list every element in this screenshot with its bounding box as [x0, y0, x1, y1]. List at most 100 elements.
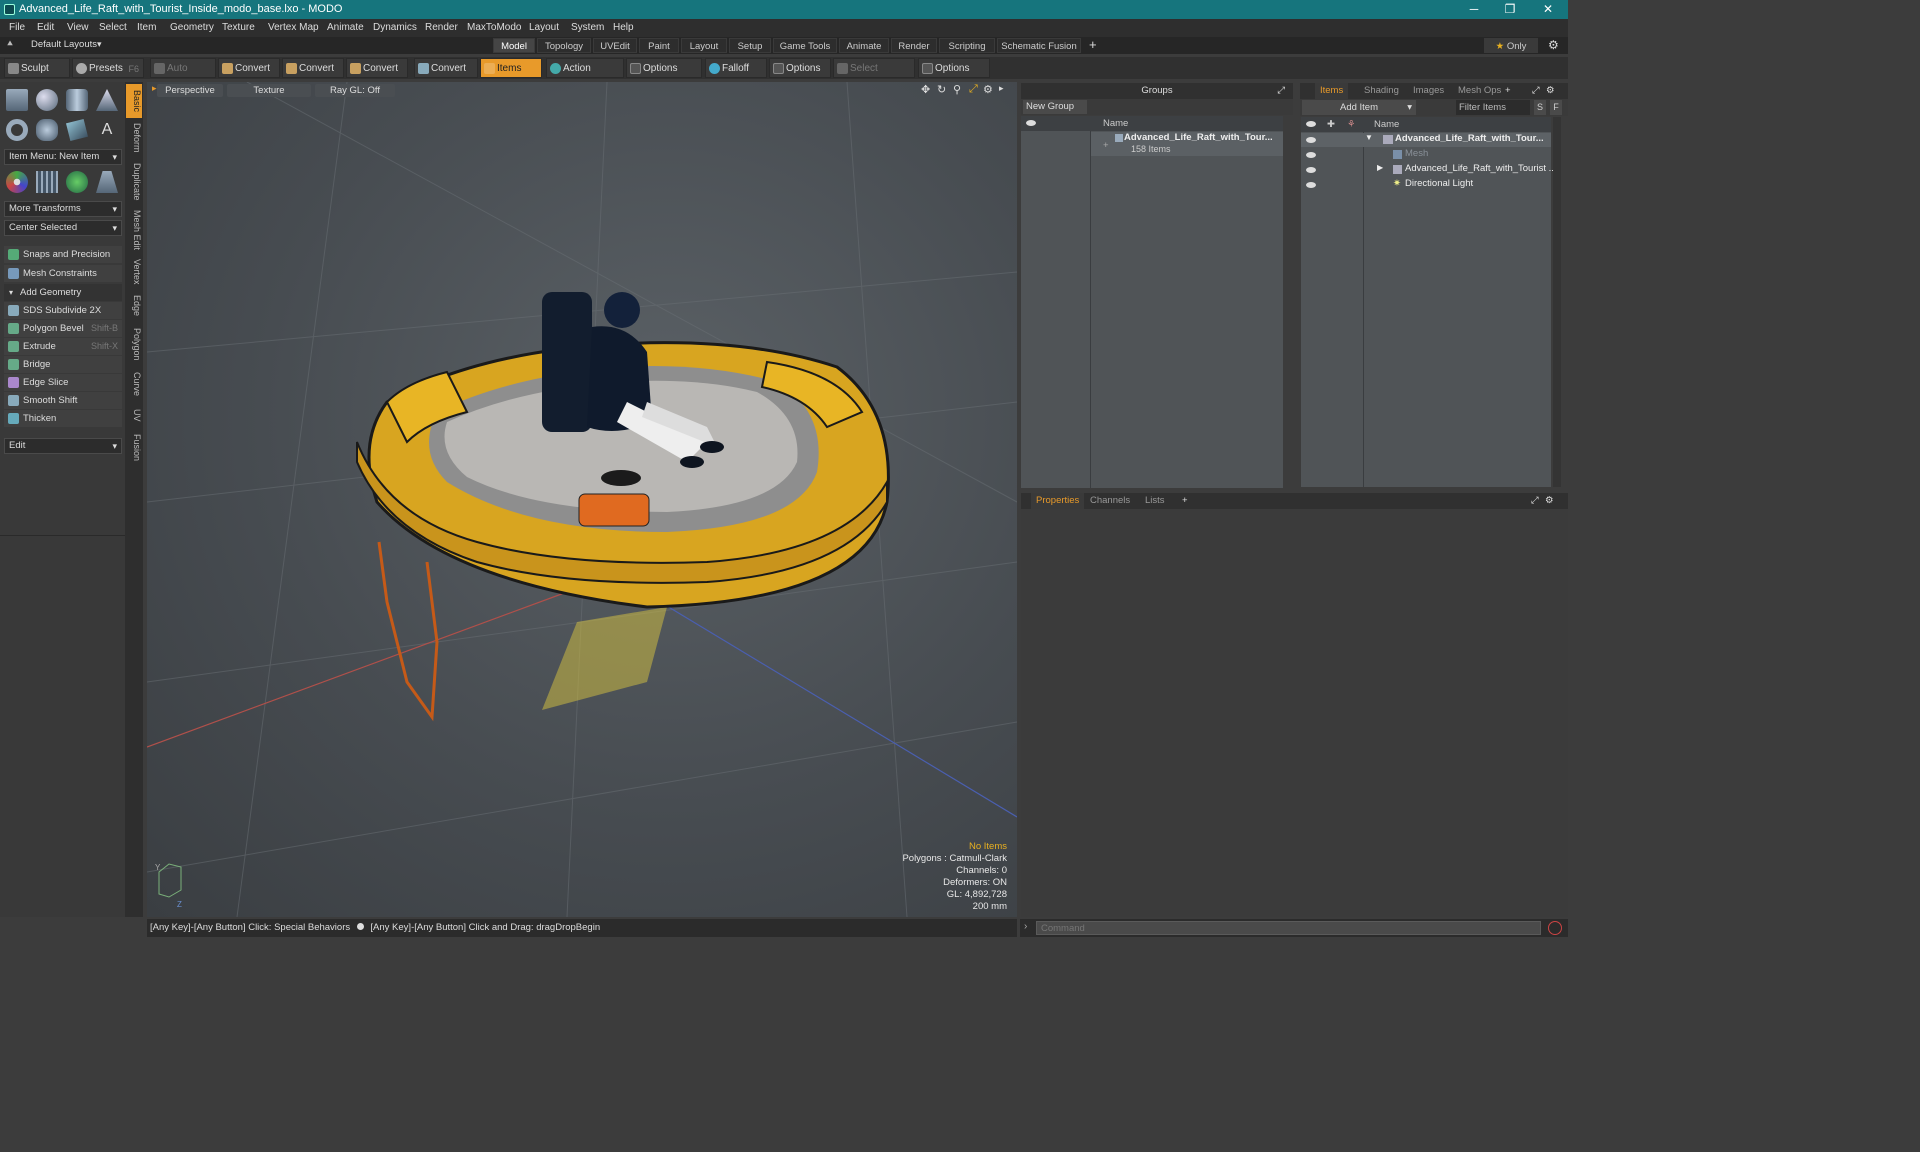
tab-layout[interactable]: Layout — [681, 38, 727, 53]
tab-render[interactable]: Render — [891, 38, 937, 53]
filter-items-input[interactable]: Filter Items — [1456, 100, 1530, 115]
pan-icon[interactable]: ✥ — [921, 83, 930, 96]
gear-icon[interactable]: ⚙ — [1545, 493, 1554, 509]
items-scrollbar[interactable] — [1553, 117, 1561, 487]
raygl-button[interactable]: Ray GL: Off — [315, 84, 395, 97]
record-icon[interactable] — [1548, 921, 1562, 935]
new-group-button[interactable]: New Group — [1023, 100, 1087, 114]
edit-dropdown[interactable]: Edit — [4, 438, 122, 454]
fit-icon[interactable]: ⤢ — [969, 83, 978, 96]
tool-extrude[interactable]: Extrude Shift-X — [4, 338, 122, 355]
visibility-icon[interactable] — [1306, 152, 1316, 158]
perspective-button[interactable]: Perspective — [157, 84, 223, 97]
close-icon[interactable]: ✕ — [1530, 0, 1566, 19]
auto-select-button[interactable]: Auto Select — [150, 58, 216, 94]
gear-icon[interactable]: ⚙ — [1548, 38, 1559, 52]
chevron-down-icon[interactable]: ▾ — [97, 39, 102, 50]
menu-texture[interactable]: Texture — [222, 19, 255, 37]
capsule-icon[interactable] — [36, 119, 58, 141]
zoom-icon[interactable]: ⚲ — [953, 83, 961, 96]
menu-animate[interactable]: Animate — [327, 19, 364, 37]
tool-bridge[interactable]: Bridge — [4, 356, 122, 373]
tab-model[interactable]: Model — [493, 38, 535, 53]
cylinder-icon[interactable] — [66, 89, 88, 111]
tab-shading[interactable]: Shading — [1359, 83, 1404, 99]
gear-icon[interactable]: ⚙ — [1546, 83, 1555, 99]
layout-selector[interactable]: Default Layouts — [31, 39, 97, 50]
tool-edge-slice[interactable]: Edge Slice — [4, 374, 122, 391]
tool-thicken[interactable]: Thicken — [4, 410, 122, 427]
tab-items[interactable]: Items — [1315, 83, 1349, 99]
tab-properties[interactable]: Properties — [1031, 493, 1085, 509]
menu-file[interactable]: File — [9, 19, 25, 37]
add-item-dropdown[interactable]: Add Item ▾ — [1302, 100, 1416, 115]
menu-vertex-map[interactable]: Vertex Map — [268, 19, 319, 37]
vtab-curve[interactable]: Curve — [126, 368, 142, 400]
layout-collapse-icon[interactable]: ⯅ — [6, 39, 14, 50]
texture-button[interactable]: Texture — [227, 84, 311, 97]
options-button[interactable]: Options — [626, 58, 702, 78]
expand-icon[interactable]: ⤢ — [1277, 83, 1285, 99]
vtab-deform[interactable]: Deform — [126, 120, 142, 156]
falloff-options-button[interactable]: Options — [769, 58, 831, 78]
vtab-uv[interactable]: UV — [126, 404, 142, 426]
menu-layout[interactable]: Layout — [529, 19, 559, 37]
snaps-precision-button[interactable]: Snaps and Precision — [4, 246, 122, 263]
center-selected-dropdown[interactable]: Center Selected — [4, 220, 122, 236]
vtab-duplicate[interactable]: Duplicate — [126, 160, 142, 204]
add-geometry-header[interactable]: ▾ Add Geometry — [4, 284, 122, 301]
viewport-gear-icon[interactable]: ⚙ — [983, 83, 993, 96]
select-options-button[interactable]: Options — [918, 58, 990, 78]
text-icon[interactable]: A — [96, 119, 118, 141]
tool-polygon-bevel[interactable]: Polygon Bevel Shift-B — [4, 320, 122, 337]
vtab-basic[interactable]: Basic — [126, 84, 142, 118]
tool-sds-subdivide[interactable]: SDS Subdivide 2X — [4, 302, 122, 319]
tab-game-tools[interactable]: Game Tools — [773, 38, 837, 53]
chevron-down-icon[interactable]: ▼ — [1365, 133, 1373, 142]
transform-icon[interactable] — [6, 171, 28, 193]
vtab-edge[interactable]: Edge — [126, 292, 142, 320]
group-row[interactable]: + Advanced_Life_Raft_with_Tour... 158 It… — [1091, 132, 1283, 156]
convert-vertex-button[interactable]: Convert — [218, 58, 280, 78]
torus-icon[interactable] — [6, 119, 28, 141]
tab-animate[interactable]: Animate — [839, 38, 889, 53]
presets-button[interactable]: Presets F6 — [72, 58, 144, 78]
cube-icon[interactable] — [6, 89, 28, 111]
sculpt-button[interactable]: Sculpt — [4, 58, 70, 78]
vtab-polygon[interactable]: Polygon — [126, 324, 142, 364]
falloff-button[interactable]: Falloff — [705, 58, 767, 78]
menu-render[interactable]: Render — [425, 19, 458, 37]
vtab-mesh-edit[interactable]: Mesh Edit — [126, 208, 142, 252]
mesh-constraints-button[interactable]: Mesh Constraints — [4, 265, 122, 282]
grid-icon[interactable] — [36, 171, 58, 193]
vtab-vertex[interactable]: Vertex — [126, 256, 142, 288]
menu-system[interactable]: System — [571, 19, 604, 37]
tab-images[interactable]: Images — [1408, 83, 1449, 99]
tool-smooth-shift[interactable]: Smooth Shift — [4, 392, 122, 409]
viewport-menu-icon[interactable]: ▸ — [152, 83, 157, 94]
tab-scripting[interactable]: Scripting — [939, 38, 995, 53]
expand-icon[interactable]: ⤢ — [1532, 83, 1540, 99]
tab-mesh-ops[interactable]: Mesh Ops — [1453, 83, 1506, 99]
minimize-icon[interactable]: ─ — [1456, 0, 1492, 19]
orbit-icon[interactable]: ↻ — [937, 83, 946, 96]
menu-help[interactable]: Help — [613, 19, 634, 37]
visibility-icon[interactable] — [1306, 182, 1316, 188]
chevron-right-icon[interactable]: ▶ — [1377, 163, 1383, 172]
expand-icon[interactable]: ⤢ — [1531, 493, 1539, 509]
convert-items-button[interactable]: Convert — [414, 58, 478, 78]
items-mode-button[interactable]: Items — [480, 58, 542, 78]
add-tab-icon[interactable]: + — [1182, 493, 1188, 509]
item-row-light[interactable]: ✷ Directional Light — [1301, 178, 1551, 192]
s-button[interactable]: S — [1534, 100, 1546, 115]
tab-lists[interactable]: Lists — [1140, 493, 1170, 509]
sphere-icon[interactable] — [36, 89, 58, 111]
item-row-raft[interactable]: ▶ Advanced_Life_Raft_with_Tourist ... — [1301, 163, 1557, 177]
tab-topology[interactable]: Topology — [537, 38, 591, 53]
tab-schematic-fusion[interactable]: Schematic Fusion — [997, 38, 1081, 53]
command-input[interactable] — [1036, 921, 1541, 935]
item-menu-dropdown[interactable]: Item Menu: New Item — [4, 149, 122, 165]
tab-channels[interactable]: Channels — [1085, 493, 1135, 509]
more-transforms-dropdown[interactable]: More Transforms — [4, 201, 122, 217]
only-toggle[interactable]: ★ Only — [1484, 38, 1538, 53]
